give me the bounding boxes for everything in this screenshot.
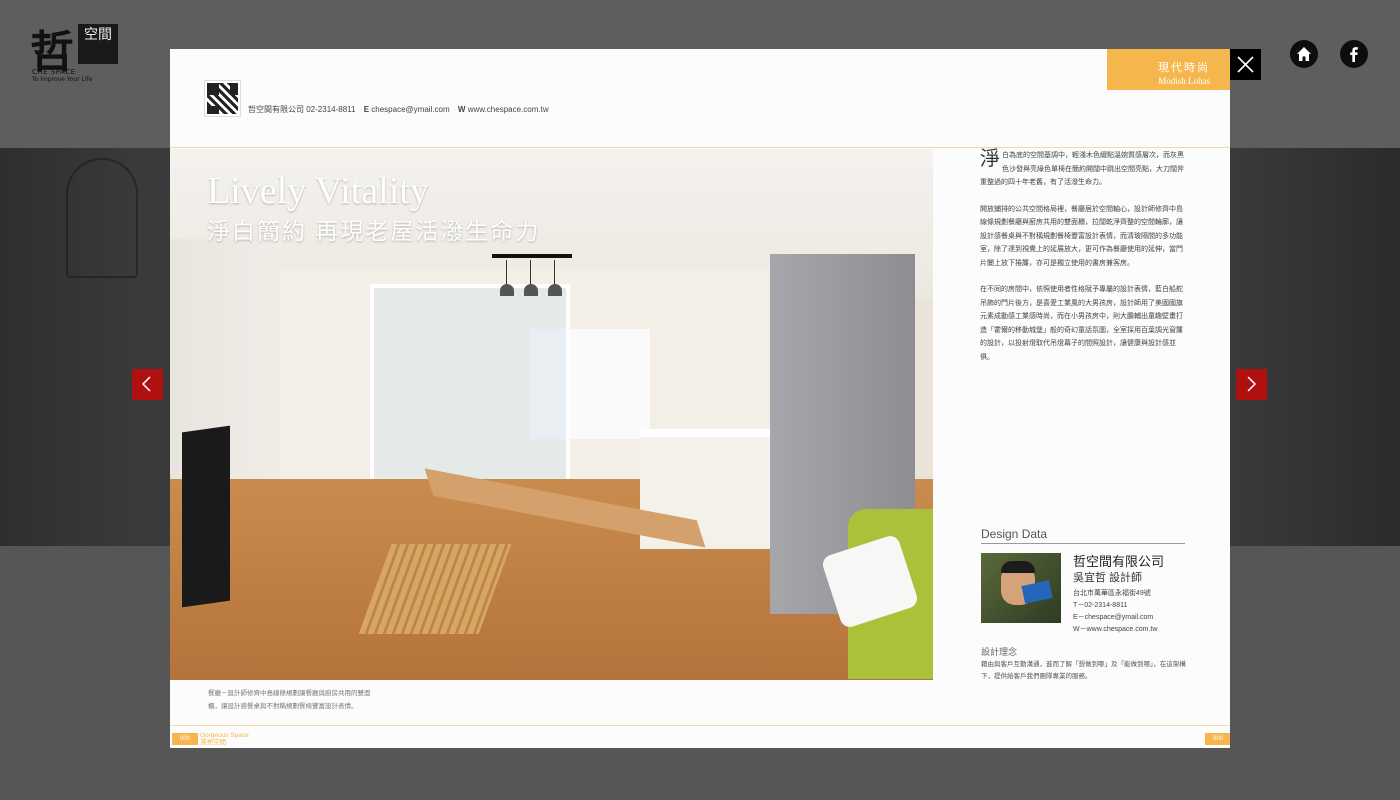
header-divider — [170, 147, 1230, 148]
lamp-shade — [524, 260, 542, 296]
page-number-left: 000 — [172, 733, 198, 745]
article-body: 淨白為底的空間基調中，輕淺木色綴點溫婉質感層次，而灰黑色沙發與亮綠色單椅在簡約開… — [980, 149, 1185, 377]
page-number-right: 000 — [1205, 733, 1230, 745]
design-concept: 藉由與客戶互動溝通，進而了解「想做到哪」及「能做到哪」，在這架構下，提供給客戶我… — [981, 661, 1186, 680]
contact-email: chespace@ymail.com — [371, 105, 450, 114]
qr-code — [204, 80, 241, 117]
photo-glass-room — [370, 284, 570, 504]
close-icon — [1237, 56, 1254, 73]
page: 哲 空間 CHE SPACE To Improve Your Life 哲空間有… — [0, 0, 1400, 800]
paragraph-1: 白為底的空間基調中，輕淺木色綴點溫婉質感層次，而灰黑色沙發與亮綠色單椅在簡約開闊… — [980, 152, 1184, 186]
contact-phone: 02-2314-8811 — [306, 105, 356, 114]
chevron-left-icon — [141, 376, 151, 392]
design-concept-heading: 設計理念 — [981, 647, 1018, 657]
section-tab: 現代時尚 Modish Lohas — [1107, 49, 1230, 90]
designer-tel: T－02-2314-8811 — [1073, 602, 1128, 609]
designer-contact: 台北市萬華區永福街49號 T－02-2314-8811 E－chespace@y… — [1073, 588, 1157, 636]
lightbox-magazine-page: 哲空間有限公司 02-2314-8811 E chespace@ymail.co… — [170, 49, 1230, 748]
contact-web-label: W — [457, 105, 466, 114]
logo-tagline: To Improve Your Life — [32, 76, 93, 83]
site-logo[interactable]: 哲 空間 CHE SPACE To Improve Your Life — [30, 16, 126, 83]
article-title-zh: 淨白簡約 再現老屋活潑生命力 — [207, 218, 541, 244]
close-button[interactable] — [1230, 49, 1261, 80]
paragraph-3: 在不同的房間中，依照使用者性格賦予專屬的設計表情，藍白船舵吊飾的門片後方，是喜愛… — [980, 286, 1183, 361]
photo-tv — [182, 425, 230, 608]
photo-pendant-lamp — [492, 254, 572, 314]
logo-box-text: 空間 — [78, 24, 118, 64]
design-data: Design Data 哲空間有限公司 吳宜哲 設計師 台北市萬華區永福街49號… — [981, 527, 1186, 680]
magazine-name: Gorgeous Space 漂亮空間 — [200, 732, 249, 746]
home-icon — [1297, 47, 1311, 61]
design-company: 哲空間有限公司 — [1073, 554, 1165, 569]
photo-caption: 餐廳－設計師修齊中島線條規劃讓餐廳與廚房共用的雙面櫃，讓設計感餐桌與不對稱規劃餐… — [208, 690, 371, 710]
lamp-shade — [500, 260, 518, 296]
article-paragraph: 淨白為底的空間基調中，輕淺木色綴點溫婉質感層次，而灰黑色沙發與亮綠色單椅在簡約開… — [980, 149, 1185, 190]
paragraph-2: 開放鋪排的公共空間格局裡，餐廳居於空間軸心，設計師修齊中島線條規劃餐廳與廚房共用… — [980, 205, 1183, 267]
designer-hair — [1001, 561, 1035, 573]
contact-company: 哲空間有限公司 — [248, 105, 304, 114]
section-tab-zh: 現代時尚 — [1158, 62, 1210, 74]
drop-cap: 淨 — [980, 148, 1000, 170]
next-button[interactable] — [1236, 369, 1267, 400]
home-button[interactable] — [1290, 40, 1318, 68]
designer-email: E－chespace@ymail.com — [1073, 614, 1154, 621]
section-tab-en: Modish Lohas — [1158, 76, 1210, 86]
facebook-button[interactable] — [1340, 40, 1368, 68]
footer-divider — [170, 725, 1230, 726]
magazine-name-en: Gorgeous Space — [200, 732, 249, 739]
contact-email-label: E — [363, 105, 370, 114]
designer-address: 台北市萬華區永福街49號 — [1073, 590, 1151, 597]
lamp-shade — [548, 260, 566, 296]
birdcage-decoration — [66, 158, 138, 278]
magazine-name-zh: 漂亮空間 — [200, 739, 226, 746]
contact-web: www.chespace.com.tw — [467, 105, 549, 114]
prev-button[interactable] — [132, 369, 163, 400]
designer-name: 吳宜哲 設計師 — [1073, 572, 1143, 584]
logo-name: CHE SPACE — [32, 68, 76, 76]
contact-line: 哲空間有限公司 02-2314-8811 E chespace@ymail.co… — [248, 104, 549, 115]
interior-photo: Lively Vitality 淨白簡約 再現老屋活潑生命力 — [170, 149, 933, 680]
designer-photo — [981, 553, 1061, 623]
design-data-title: Design Data — [981, 527, 1185, 544]
article-title-en: Lively Vitality — [207, 170, 429, 212]
facebook-icon — [1350, 47, 1358, 62]
designer-web: W－www.chespace.com.tw — [1073, 626, 1158, 633]
chevron-right-icon — [1247, 376, 1257, 392]
